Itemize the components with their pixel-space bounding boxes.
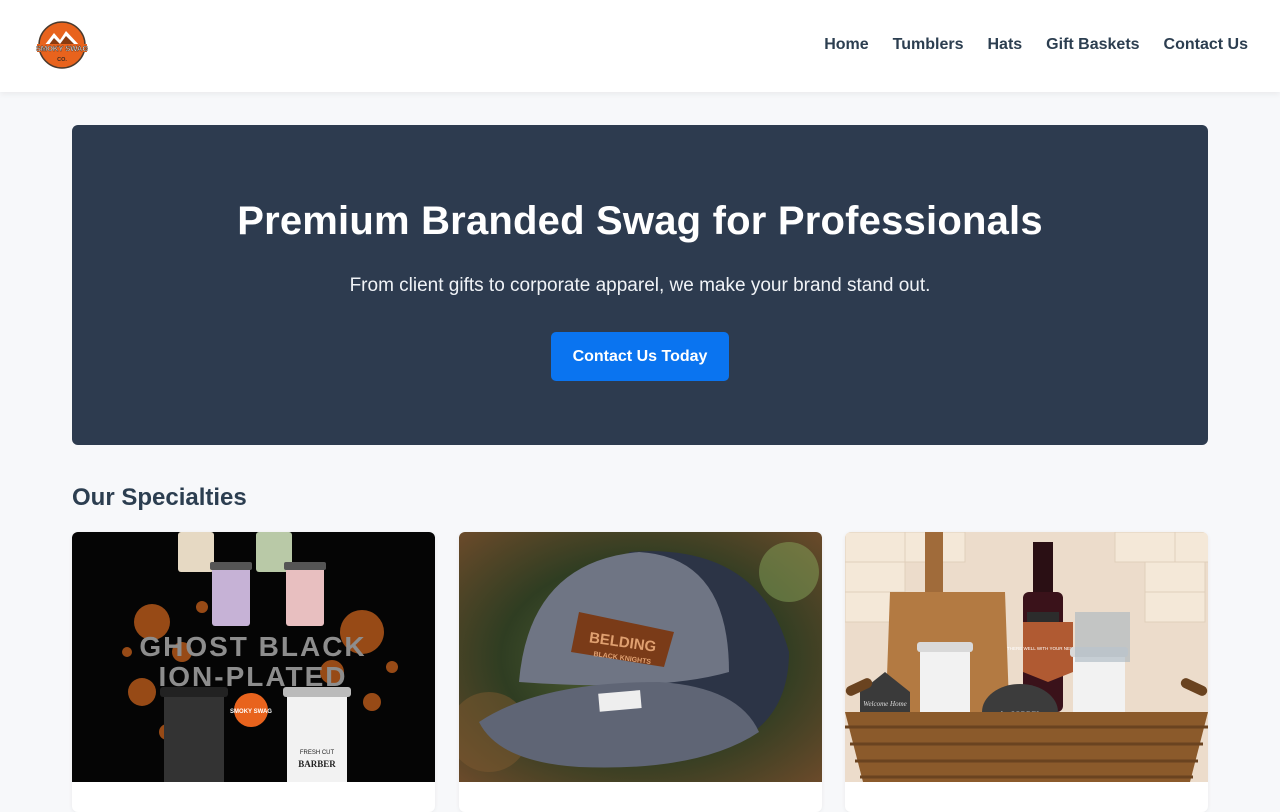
specialty-card-hats[interactable]: BELDING BLACK KNIGHTS bbox=[459, 532, 822, 812]
gift-basket-photo: THERE WELL WITH YOUR NEW HOME Welcome Ho… bbox=[845, 532, 1208, 782]
contact-us-today-button[interactable]: Contact Us Today bbox=[551, 332, 729, 381]
nav-tumblers[interactable]: Tumblers bbox=[893, 36, 964, 54]
nav-contact-us[interactable]: Contact Us bbox=[1164, 36, 1248, 54]
main-nav: Home Tumblers Hats Gift Baskets Contact … bbox=[824, 36, 1248, 54]
cup-text-barber: BARBER bbox=[298, 759, 336, 769]
cup-text-fresh-cut: FRESH CUT bbox=[300, 750, 335, 756]
nav-gift-baskets[interactable]: Gift Baskets bbox=[1046, 36, 1139, 54]
nav-hats[interactable]: Hats bbox=[987, 36, 1022, 54]
specialty-card-tumblers[interactable]: GHOST BLACK ION-PLATED BARBER FRESH CUT … bbox=[72, 532, 435, 812]
specialty-card-gift-baskets[interactable]: THERE WELL WITH YOUR NEW HOME Welcome Ho… bbox=[845, 532, 1208, 812]
logo-subtext: CO. bbox=[57, 57, 67, 63]
site-logo[interactable]: SMOKY SWAG CO. bbox=[32, 20, 92, 70]
tumblers-photo: GHOST BLACK ION-PLATED BARBER FRESH CUT … bbox=[72, 532, 435, 782]
mountain-logo-icon: SMOKY SWAG CO. bbox=[36, 21, 89, 69]
logo-text: SMOKY SWAG bbox=[36, 44, 89, 53]
welcome-sign-text: Welcome Home bbox=[863, 700, 906, 708]
site-header: SMOKY SWAG CO. Home Tumblers Hats Gift B… bbox=[0, 0, 1280, 92]
nav-home[interactable]: Home bbox=[824, 36, 868, 54]
hat-photo: BELDING BLACK KNIGHTS bbox=[459, 532, 822, 782]
specialties-heading: Our Specialties bbox=[72, 484, 247, 511]
hero-subtitle: From client gifts to corporate apparel, … bbox=[349, 275, 931, 296]
hero-banner: Premium Branded Swag for Professionals F… bbox=[72, 125, 1208, 445]
hero-title: Premium Branded Swag for Professionals bbox=[237, 199, 1043, 243]
badge-text: SMOKY SWAG bbox=[230, 709, 272, 715]
tumbler-overlay-line1: GHOST BLACK bbox=[139, 631, 366, 662]
